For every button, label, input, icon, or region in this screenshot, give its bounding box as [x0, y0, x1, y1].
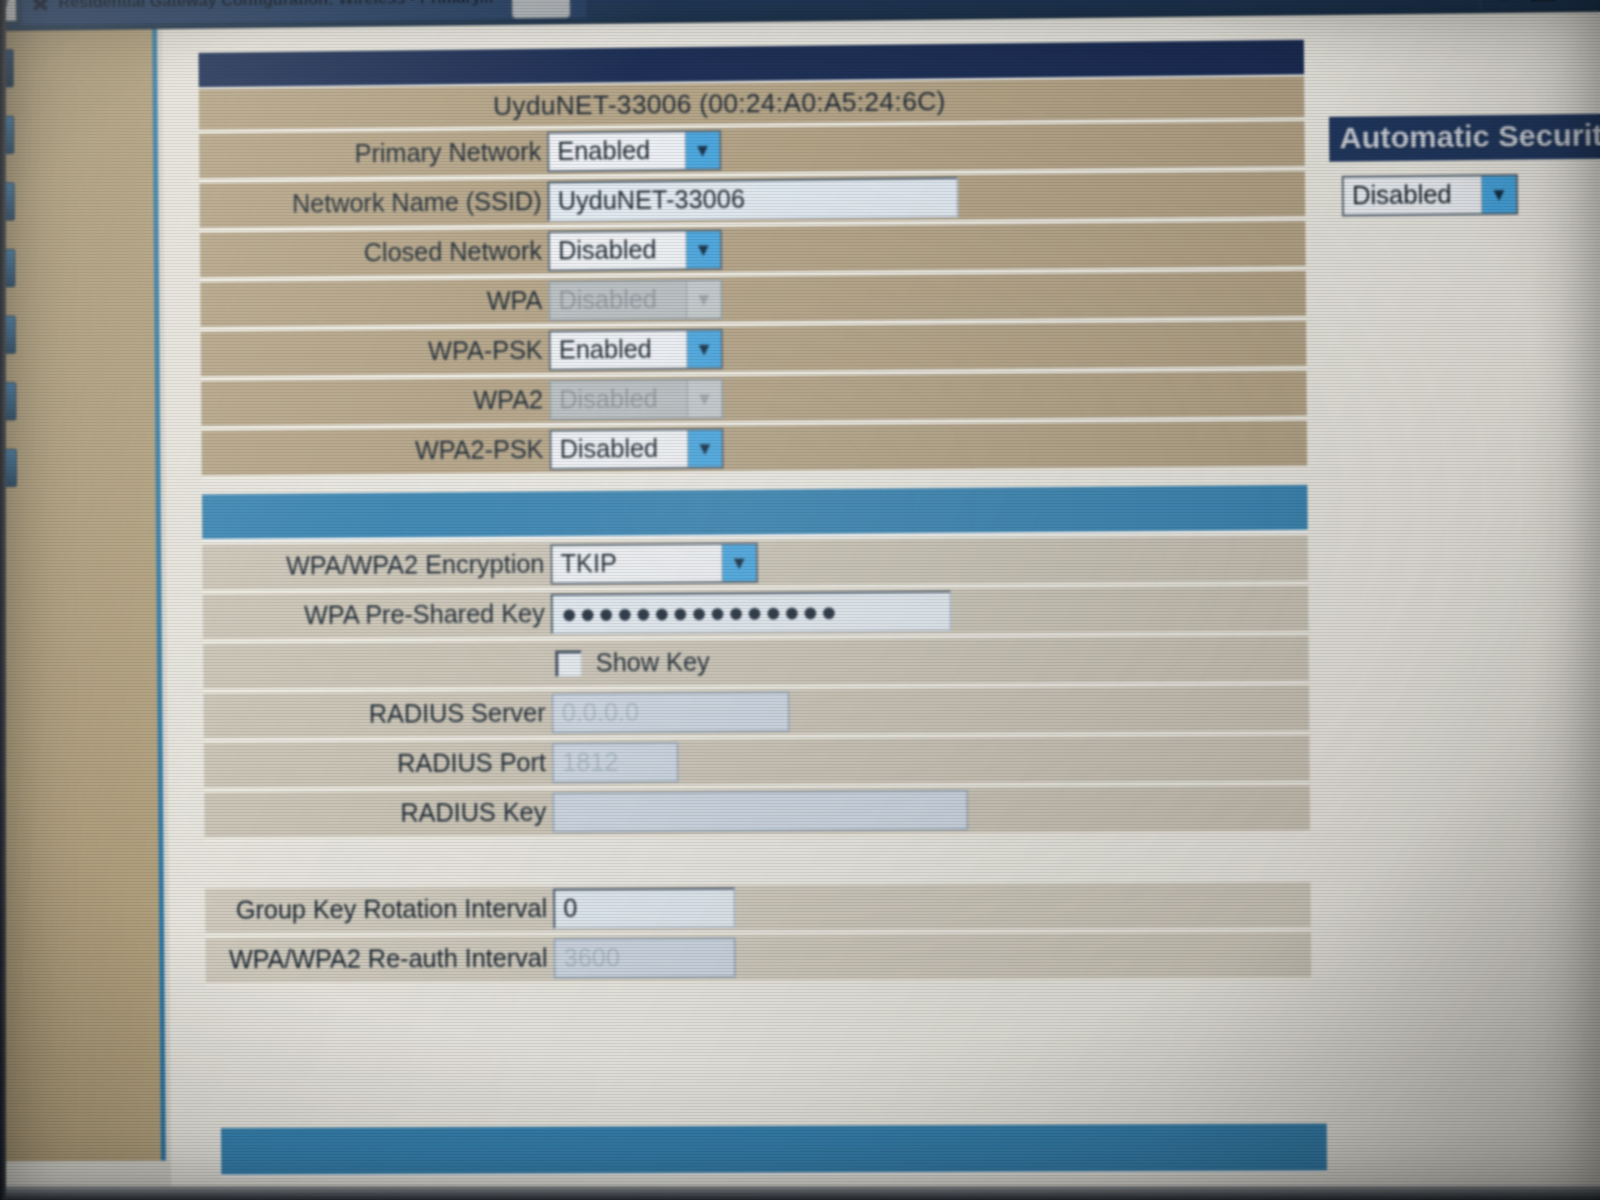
input-group-key-rotation-value: 0 — [563, 894, 578, 923]
input-pre-shared-key-value: ●●●●●●●●●●●●●●● — [560, 596, 840, 629]
sidebar-nav: asic y Network Network nced Control — [0, 29, 166, 1162]
sidebar-nav-list: asic y Network Network nced Control — [0, 38, 98, 517]
select-wpa: Disabled ▼ — [548, 278, 723, 322]
chevron-down-icon: ▼ — [685, 281, 721, 318]
label-wpa: WPA — [486, 286, 543, 316]
select-automatic-security[interactable]: Disabled ▼ — [1341, 173, 1519, 217]
select-primary-network[interactable]: Enabled ▼ — [547, 129, 722, 173]
row-radius-port: RADIUS Port 1812 — [203, 735, 1310, 793]
select-wpa2-psk-value: Disabled — [559, 434, 659, 464]
browser-toolbar — [1479, 0, 1600, 10]
input-radius-port-value: 1812 — [562, 747, 619, 777]
browser-tab-active[interactable]: Residential Gateway Configuration: Wirel… — [22, 0, 587, 25]
row-radius-key: RADIUS Key — [204, 785, 1311, 843]
select-primary-network-value: Enabled — [557, 136, 651, 166]
input-ssid-value: UyduNET-33006 — [557, 184, 746, 216]
input-radius-server: 0.0.0.0 — [551, 691, 790, 734]
page-title: UyduNET-33006 (00:24:A0:A5:24:6C) — [492, 85, 946, 121]
label-reauth-interval: WPA/WPA2 Re-auth Interval — [228, 943, 548, 974]
input-radius-server-value: 0.0.0.0 — [561, 698, 640, 727]
label-closed-network: Closed Network — [363, 236, 543, 267]
row-wpa2-psk: WPA2-PSK Disabled ▼ — [201, 420, 1308, 481]
automatic-security-panel: Automatic Security Disabled ▼ — [1328, 112, 1600, 217]
section-header-bar-bottom — [220, 1123, 1328, 1175]
monitor-bezel-left — [0, 0, 6, 1200]
chevron-down-icon[interactable]: ▼ — [1480, 175, 1517, 214]
select-automatic-security-value: Disabled — [1352, 180, 1452, 210]
row-radius-server: RADIUS Server 0.0.0.0 — [203, 685, 1310, 744]
select-wpa2: Disabled ▼ — [549, 378, 724, 421]
select-wpa-psk[interactable]: Enabled ▼ — [548, 328, 724, 371]
input-radius-port: 1812 — [551, 741, 679, 784]
row-reauth-interval: WPA/WPA2 Re-auth Interval 3600 — [205, 932, 1312, 988]
monitor-bezel-bottom — [0, 1186, 1600, 1200]
label-radius-key: RADIUS Key — [400, 797, 547, 828]
page-body: asic y Network Network nced Control — [0, 10, 1600, 1200]
screen-photo: r Residential Gateway Configuration: Wir… — [0, 0, 1600, 1200]
label-pre-shared-key: WPA Pre-Shared Key — [303, 599, 545, 630]
label-wpa-psk: WPA-PSK — [428, 336, 543, 366]
input-ssid[interactable]: UyduNET-33006 — [547, 176, 959, 222]
show-key-label: Show Key — [595, 647, 710, 678]
select-closed-network[interactable]: Disabled ▼ — [547, 229, 723, 272]
show-key-control[interactable]: Show Key — [551, 648, 710, 679]
chevron-down-icon[interactable]: ▼ — [686, 330, 722, 368]
browser-tab-title: Residential Gateway Configuration: Wirel… — [58, 0, 494, 13]
chevron-down-icon[interactable]: ▼ — [684, 131, 720, 169]
row-encryption: WPA/WPA2 Encryption TKIP ▼ — [202, 535, 1309, 595]
chevron-down-icon[interactable]: ▼ — [685, 231, 721, 269]
input-group-key-rotation[interactable]: 0 — [553, 887, 736, 930]
label-wpa2-psk: WPA2-PSK — [414, 435, 544, 465]
label-radius-port: RADIUS Port — [397, 748, 547, 778]
row-pre-shared-key: WPA Pre-Shared Key ●●●●●●●●●●●●●●● — [202, 585, 1309, 645]
select-wpa2-psk[interactable]: Disabled ▼ — [549, 428, 724, 471]
page-icon[interactable] — [1529, 0, 1557, 2]
row-group-key-rotation: Group Key Rotation Interval 0 — [205, 882, 1311, 939]
input-reauth-interval: 3600 — [553, 937, 736, 979]
chevron-down-icon[interactable]: ▼ — [721, 544, 757, 582]
input-radius-key — [552, 789, 969, 833]
menu-icon[interactable] — [1499, 0, 1510, 1]
input-pre-shared-key[interactable]: ●●●●●●●●●●●●●●● — [550, 590, 952, 635]
select-wpa-value: Disabled — [558, 285, 658, 315]
new-tab-button[interactable] — [511, 0, 571, 19]
content-area: UyduNET-33006 (00:24:A0:A5:24:6C) Primar… — [162, 10, 1600, 1200]
broken-link-icon — [30, 0, 50, 15]
label-encryption: WPA/WPA2 Encryption — [285, 549, 545, 581]
select-encryption-value: TKIP — [560, 549, 617, 579]
chevron-down-icon: ▼ — [686, 380, 722, 418]
label-wpa2: WPA2 — [473, 385, 544, 415]
label-primary-network: Primary Network — [354, 137, 542, 168]
automatic-security-title: Automatic Security — [1328, 112, 1600, 162]
input-reauth-interval-value: 3600 — [563, 943, 621, 973]
label-show-key-spacer — [203, 664, 551, 667]
show-key-checkbox[interactable] — [555, 650, 582, 677]
label-group-key-rotation: Group Key Rotation Interval — [235, 894, 548, 925]
row-show-key: Show Key — [203, 635, 1309, 694]
chevron-down-icon[interactable]: ▼ — [687, 430, 722, 467]
wireless-primary-form: UyduNET-33006 (00:24:A0:A5:24:6C) Primar… — [198, 39, 1328, 1175]
monitor-screen: r Residential Gateway Configuration: Wir… — [0, 0, 1600, 1200]
label-radius-server: RADIUS Server — [368, 698, 546, 729]
select-wpa-psk-value: Enabled — [558, 334, 652, 365]
label-ssid: Network Name (SSID) — [291, 187, 542, 219]
section-header-bar-security — [201, 484, 1308, 539]
select-closed-network-value: Disabled — [558, 235, 657, 265]
select-encryption[interactable]: TKIP ▼ — [550, 542, 759, 585]
select-wpa2-value: Disabled — [559, 384, 658, 414]
